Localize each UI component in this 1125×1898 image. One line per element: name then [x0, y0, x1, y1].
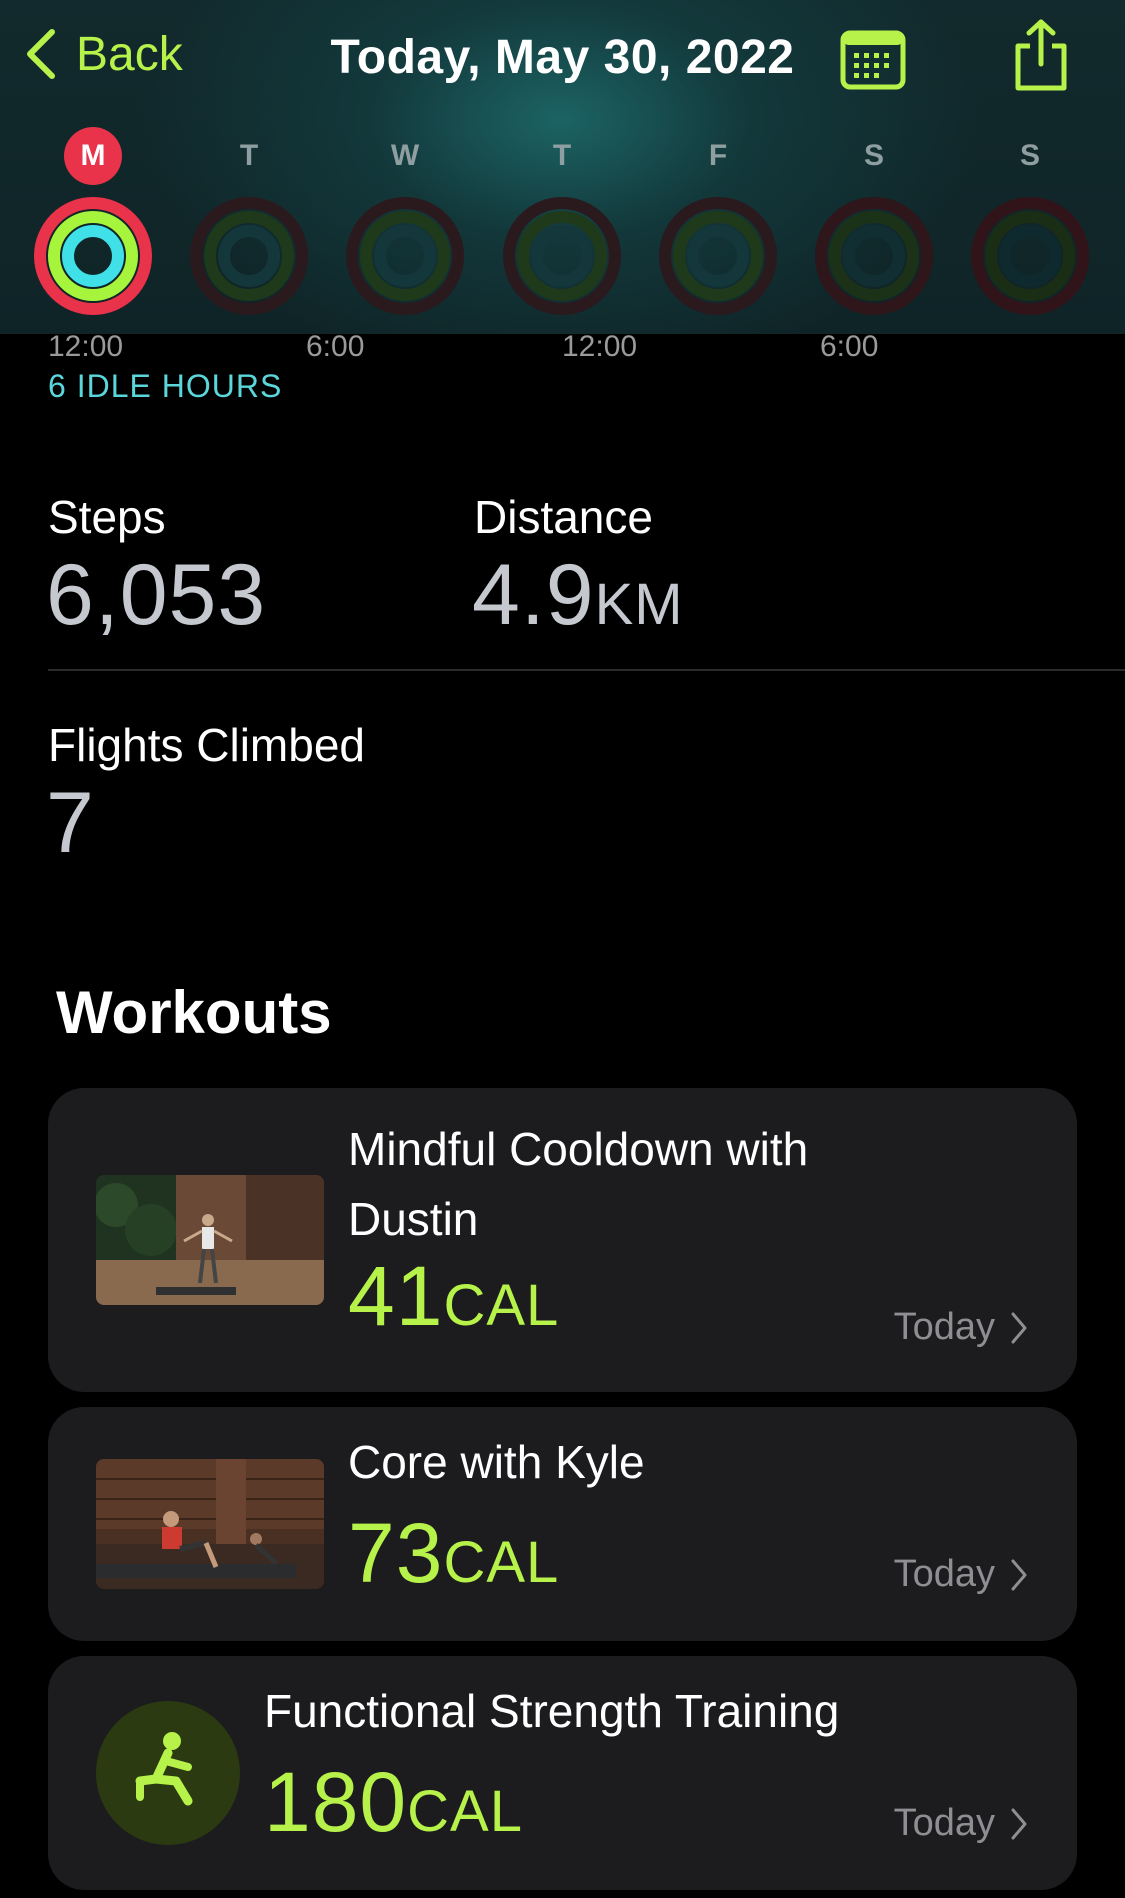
workout-name: Mindful Cooldown with Dustin [348, 1114, 808, 1254]
day-letter: W [390, 139, 420, 172]
chevron-right-icon [1011, 1312, 1027, 1343]
tick-label: 12:00 [48, 330, 124, 363]
tick-label: 6:00 [306, 330, 365, 363]
workout-name-line2: Dustin [348, 1193, 479, 1245]
activity-rings-icon [190, 197, 308, 315]
workout-calories: 41CAL [348, 1248, 559, 1345]
calorie-unit: CAL [407, 1779, 523, 1844]
activity-rings-icon [659, 197, 777, 315]
calorie-value: 41 [348, 1249, 444, 1343]
calorie-unit: CAL [443, 1273, 560, 1338]
distance-unit: KM [594, 572, 684, 637]
tick-label: 6:00 [820, 330, 879, 363]
workout-date: Today [894, 1553, 1029, 1596]
share-icon[interactable] [1010, 18, 1072, 94]
workouts-heading: Workouts [56, 979, 332, 1046]
calorie-unit: CAL [443, 1530, 560, 1595]
page-title: Today, May 30, 2022 [330, 31, 795, 84]
workout-card[interactable]: Core with Kyle 73CAL Today [48, 1407, 1077, 1641]
calendar-icon[interactable] [840, 28, 906, 90]
week-header: Back Today, May 30, 2022 M T W T F S S [0, 0, 1125, 334]
nav-bar: Back Today, May 30, 2022 [0, 0, 1125, 120]
workout-name-line1: Mindful Cooldown with [348, 1123, 809, 1175]
workout-calories: 180CAL [264, 1754, 523, 1851]
distance-value: 4.9KM [472, 546, 684, 645]
workout-date-label: Today [893, 1553, 995, 1595]
activity-rings-icon [34, 197, 152, 315]
workout-thumbnail [96, 1175, 324, 1305]
divider [48, 669, 1125, 671]
tick-label: 12:00 [562, 330, 638, 363]
stand-hours-axis: 12:00 6:00 12:00 6:00 [0, 330, 1125, 370]
strength-training-icon [96, 1701, 240, 1845]
activity-rings-icon [815, 197, 933, 315]
activity-rings-icon [971, 197, 1089, 315]
day-letter: S [863, 139, 884, 172]
calorie-value: 180 [264, 1755, 408, 1849]
distance-number: 4.9 [472, 547, 595, 643]
day-letter: S [1019, 139, 1040, 172]
workout-card[interactable]: Functional Strength Training 180CAL Toda… [48, 1656, 1077, 1890]
distance-label: Distance [474, 491, 653, 543]
day-letter: F [708, 139, 728, 172]
activity-rings-icon [503, 197, 621, 315]
chevron-right-icon [1011, 1559, 1027, 1590]
workout-date: Today [894, 1802, 1029, 1845]
flights-label: Flights Climbed [48, 719, 365, 771]
day-letter: T [552, 139, 572, 172]
steps-value: 6,053 [46, 547, 267, 643]
flights-value: 7 [46, 775, 95, 871]
calorie-value: 73 [348, 1506, 444, 1600]
chevron-right-icon [1011, 1808, 1027, 1839]
day-letter: T [239, 139, 259, 172]
workout-card[interactable]: Mindful Cooldown with Dustin 41CAL Today [48, 1088, 1077, 1392]
workout-date-label: Today [893, 1306, 995, 1348]
day-letter: M [64, 127, 122, 185]
workout-date-label: Today [893, 1802, 995, 1844]
workout-thumbnail [96, 1459, 324, 1589]
workout-name: Core with Kyle [348, 1436, 645, 1488]
workout-name: Functional Strength Training [264, 1685, 840, 1737]
workout-date: Today [894, 1306, 1029, 1349]
idle-hours-label: 6 IDLE HOURS [48, 368, 283, 404]
steps-label: Steps [48, 491, 166, 543]
workout-calories: 73CAL [348, 1505, 559, 1602]
week-strip: M T W T F S S [0, 127, 1125, 328]
activity-rings-icon [346, 197, 464, 315]
